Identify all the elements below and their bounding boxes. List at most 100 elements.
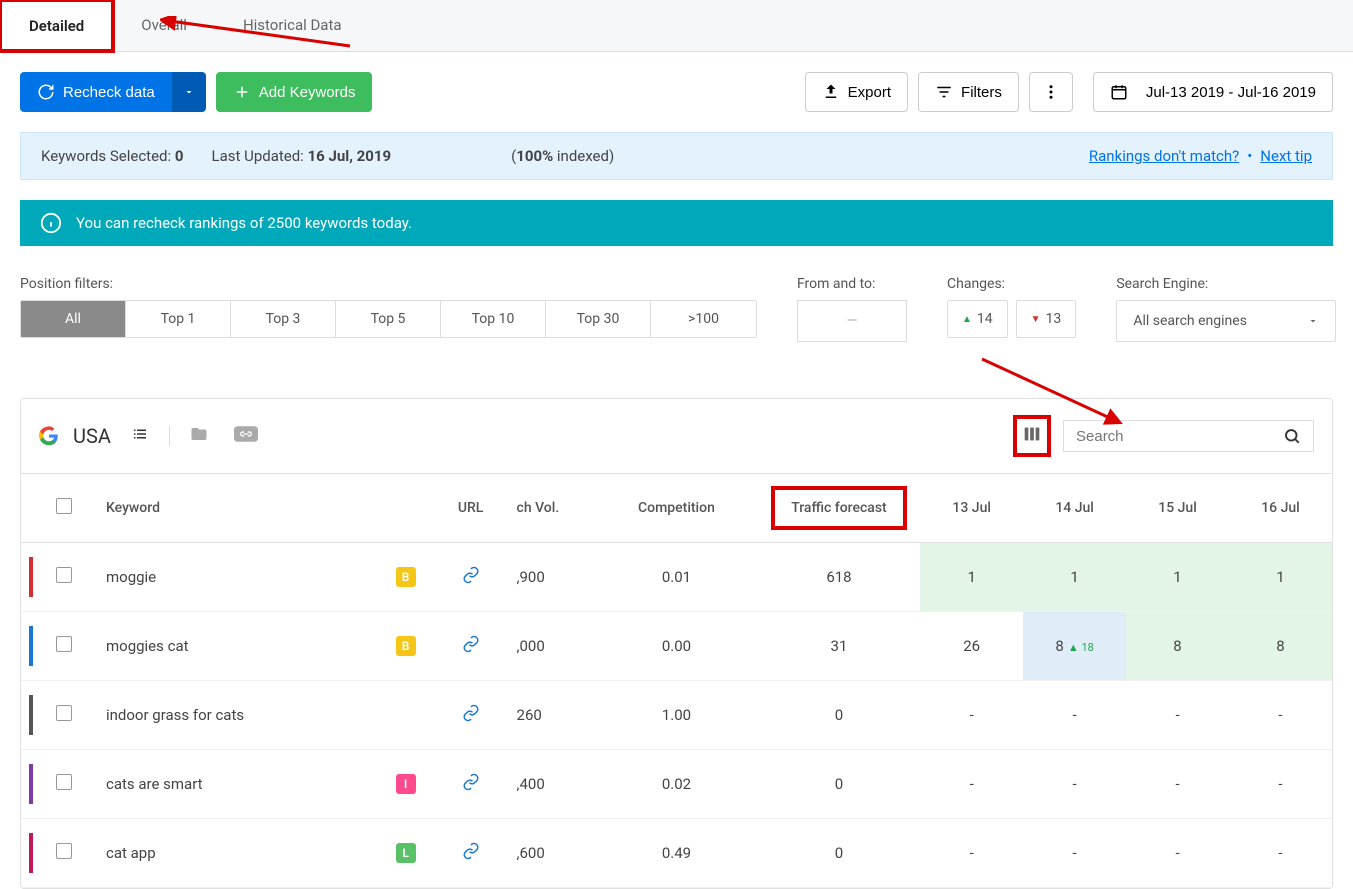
updated-value: 16 Jul, 2019 (308, 147, 392, 165)
competition-cell: 0.02 (595, 750, 758, 819)
view-tabs: Detailed Overall Historical Data (0, 0, 1353, 52)
row-checkbox[interactable] (56, 567, 72, 583)
export-label: Export (848, 84, 891, 101)
recheck-button[interactable]: Recheck data (20, 72, 172, 112)
volume-cell: 260 (509, 681, 596, 750)
tab-overall[interactable]: Overall (113, 0, 215, 51)
indexed-label: indexed (553, 147, 609, 165)
filter-icon (935, 83, 953, 101)
search-box[interactable] (1063, 420, 1314, 452)
changes-up[interactable]: ▲14 (947, 300, 1008, 338)
rank-cell: - (1229, 819, 1332, 888)
folder-icon[interactable] (184, 419, 214, 453)
updated-label: Last Updated: (211, 147, 303, 165)
url-cell[interactable] (433, 681, 509, 750)
position-filter-top-3[interactable]: Top 33 (231, 301, 336, 337)
url-cell[interactable] (433, 612, 509, 681)
changes-down-val: 13 (1046, 311, 1062, 327)
col-volume[interactable]: ch Vol. (509, 474, 596, 543)
col-d3[interactable]: 15 Jul (1126, 474, 1229, 543)
caret-down-icon (1307, 315, 1319, 327)
dot-sep: • (1247, 147, 1252, 165)
export-button[interactable]: Export (805, 72, 908, 112)
add-keywords-label: Add Keywords (259, 84, 356, 101)
rank-cell: 1 (920, 543, 1023, 612)
row-checkbox[interactable] (56, 843, 72, 859)
row-checkbox[interactable] (56, 774, 72, 790)
rank-cell: 8 (1229, 612, 1332, 681)
changes-label: Changes: (947, 276, 1076, 292)
search-engine-label: Search Engine: (1116, 276, 1336, 292)
rank-cell: 1 (1229, 543, 1332, 612)
col-traffic[interactable]: Traffic forecast (758, 474, 921, 543)
col-d4[interactable]: 16 Jul (1229, 474, 1332, 543)
rank-cell: - (920, 819, 1023, 888)
position-filters-label: Position filters: (20, 276, 757, 292)
position-filter-top-10[interactable]: Top 1013 ▼ 1 (441, 301, 546, 337)
url-cell[interactable] (433, 750, 509, 819)
recheck-limit-banner: You can recheck rankings of 2500 keyword… (20, 200, 1333, 246)
table-row: moggieB,9000.016181111 (21, 543, 1332, 612)
select-all-checkbox[interactable] (56, 498, 72, 514)
changes-down[interactable]: ▼13 (1016, 300, 1077, 338)
url-cell[interactable] (433, 543, 509, 612)
changes-up-val: 14 (977, 311, 993, 327)
rank-cell: 1 (1126, 543, 1229, 612)
volume-cell: ,900 (509, 543, 596, 612)
keywords-table: Keyword URL ch Vol. Competition Traffic … (21, 473, 1332, 888)
url-cell[interactable] (433, 819, 509, 888)
row-checkbox[interactable] (56, 636, 72, 652)
list-view-icon[interactable] (125, 419, 155, 453)
link-chip-icon[interactable] (228, 420, 264, 452)
upload-icon (822, 83, 840, 101)
rank-cell: - (920, 681, 1023, 750)
volume-cell: ,600 (509, 819, 596, 888)
search-engine-select[interactable]: All search engines (1116, 300, 1336, 342)
tab-historical[interactable]: Historical Data (215, 0, 370, 51)
keywords-card: USA Keyword URL ch Vol. (20, 398, 1333, 889)
from-to-input[interactable]: — (797, 300, 907, 342)
keyword-cell[interactable]: cat app (86, 819, 379, 888)
table-row: indoor grass for cats2601.000---- (21, 681, 1332, 750)
keyword-cell[interactable]: indoor grass for cats (86, 681, 379, 750)
table-row: cats are smartI,4000.020---- (21, 750, 1332, 819)
position-filter->100[interactable]: >10066 ▲ 1 (651, 301, 756, 337)
columns-toggle[interactable] (1015, 417, 1049, 455)
search-input[interactable] (1076, 428, 1275, 445)
tab-detailed[interactable]: Detailed (0, 0, 113, 51)
col-keyword[interactable]: Keyword (86, 474, 379, 543)
rank-cell: - (1229, 750, 1332, 819)
position-filter-top-1[interactable]: Top 13 (126, 301, 231, 337)
add-keywords-button[interactable]: Add Keywords (216, 72, 373, 112)
competition-cell: 0.00 (595, 612, 758, 681)
col-d1[interactable]: 13 Jul (920, 474, 1023, 543)
col-d2[interactable]: 14 Jul (1023, 474, 1126, 543)
keyword-cell[interactable]: moggie (86, 543, 379, 612)
filters-button[interactable]: Filters (918, 72, 1019, 112)
caret-down-icon (183, 86, 195, 98)
calendar-icon (1110, 83, 1128, 101)
more-button[interactable] (1029, 72, 1073, 112)
region-label: USA (73, 424, 111, 448)
rank-cell: 8▲ 18 (1023, 612, 1126, 681)
position-filter-top-30[interactable]: Top 3024 ▼ 2 (546, 301, 651, 337)
keyword-cell[interactable]: cats are smart (86, 750, 379, 819)
rank-cell: - (1023, 681, 1126, 750)
col-competition[interactable]: Competition (595, 474, 758, 543)
next-tip-link[interactable]: Next tip (1260, 147, 1312, 165)
recheck-group: Recheck data (20, 72, 206, 112)
rankings-match-link[interactable]: Rankings don't match? (1089, 147, 1239, 165)
position-filters: All105Top 13Top 33Top 510 ▲ 2Top 1013 ▼ … (20, 300, 757, 338)
rank-cell: - (1023, 819, 1126, 888)
col-url[interactable]: URL (433, 474, 509, 543)
keyword-cell[interactable]: moggies cat (86, 612, 379, 681)
position-filter-all[interactable]: All105 (21, 301, 126, 337)
search-engine-value: All search engines (1133, 313, 1247, 329)
position-filter-top-5[interactable]: Top 510 ▲ 2 (336, 301, 441, 337)
volume-cell: ,400 (509, 750, 596, 819)
main-toolbar: Recheck data Add Keywords Export Filters… (0, 52, 1353, 132)
competition-cell: 1.00 (595, 681, 758, 750)
recheck-dropdown[interactable] (172, 72, 206, 112)
row-checkbox[interactable] (56, 705, 72, 721)
date-range-button[interactable]: Jul-13 2019 - Jul-16 2019 (1093, 72, 1333, 112)
